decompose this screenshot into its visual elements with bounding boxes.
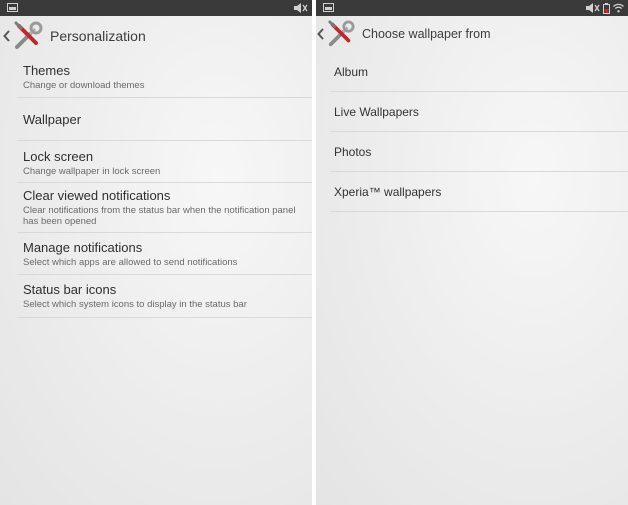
list-item-album[interactable]: Album	[330, 52, 628, 92]
status-icons	[294, 2, 308, 14]
list-item-themes[interactable]: Themes Change or download themes	[17, 56, 312, 98]
item-title: Status bar icons	[23, 282, 117, 297]
battery-icon	[603, 2, 610, 14]
item-subtitle: Select which apps are allowed to send no…	[23, 257, 238, 268]
list-item-lock-screen[interactable]: Lock screen Change wallpaper in lock scr…	[17, 141, 312, 183]
wifi-icon	[613, 3, 624, 13]
item-title: Themes	[23, 63, 70, 78]
status-bar	[316, 0, 628, 16]
item-title: Xperia™ wallpapers	[334, 184, 442, 199]
chevron-left-icon[interactable]	[3, 28, 13, 44]
wrench-screwdriver-icon[interactable]	[327, 20, 355, 48]
action-bar: Personalization	[0, 16, 312, 56]
item-subtitle: Change wallpaper in lock screen	[23, 166, 161, 177]
list-item-status-bar-icons[interactable]: Status bar icons Select which system ico…	[17, 275, 312, 318]
item-title: Wallpaper	[23, 111, 82, 127]
screenshot-icon	[7, 3, 18, 12]
status-bar	[0, 0, 312, 16]
list-item-photos[interactable]: Photos	[330, 132, 628, 172]
choose-wallpaper-screen: Choose wallpaper from Album Live Wallpap…	[316, 0, 628, 505]
item-title: Album	[334, 64, 369, 79]
list-item-manage-notifications[interactable]: Manage notifications Select which apps a…	[17, 233, 312, 275]
action-bar: Choose wallpaper from	[316, 16, 628, 52]
list-item-clear-viewed-notifications[interactable]: Clear viewed notifications Clear notific…	[17, 183, 312, 233]
page-title: Personalization	[50, 28, 146, 44]
item-title: Lock screen	[23, 149, 94, 164]
personalization-screen: Personalization Themes Change or downloa…	[0, 0, 312, 505]
list-item-xperia-wallpapers[interactable]: Xperia™ wallpapers	[330, 172, 628, 212]
item-subtitle: Clear notifications from the status bar …	[23, 205, 296, 227]
settings-list: Themes Change or download themes Wallpap…	[17, 56, 312, 318]
page-title: Choose wallpaper from	[362, 27, 491, 41]
mute-icon	[294, 3, 308, 13]
item-title: Manage notifications	[23, 240, 143, 255]
chevron-left-icon[interactable]	[317, 26, 327, 42]
item-title: Photos	[334, 144, 372, 159]
item-title: Live Wallpapers	[334, 104, 419, 119]
wallpaper-source-list: Album Live Wallpapers Photos Xperia™ wal…	[330, 52, 628, 212]
wrench-screwdriver-icon[interactable]	[13, 21, 43, 51]
status-icons	[586, 2, 624, 14]
item-subtitle: Select which system icons to display in …	[23, 299, 247, 310]
item-title: Clear viewed notifications	[23, 188, 171, 203]
list-item-wallpaper[interactable]: Wallpaper	[17, 98, 312, 141]
mute-icon	[586, 3, 600, 13]
item-subtitle: Change or download themes	[23, 80, 145, 91]
screenshot-icon	[323, 3, 334, 12]
list-item-live-wallpapers[interactable]: Live Wallpapers	[330, 92, 628, 132]
